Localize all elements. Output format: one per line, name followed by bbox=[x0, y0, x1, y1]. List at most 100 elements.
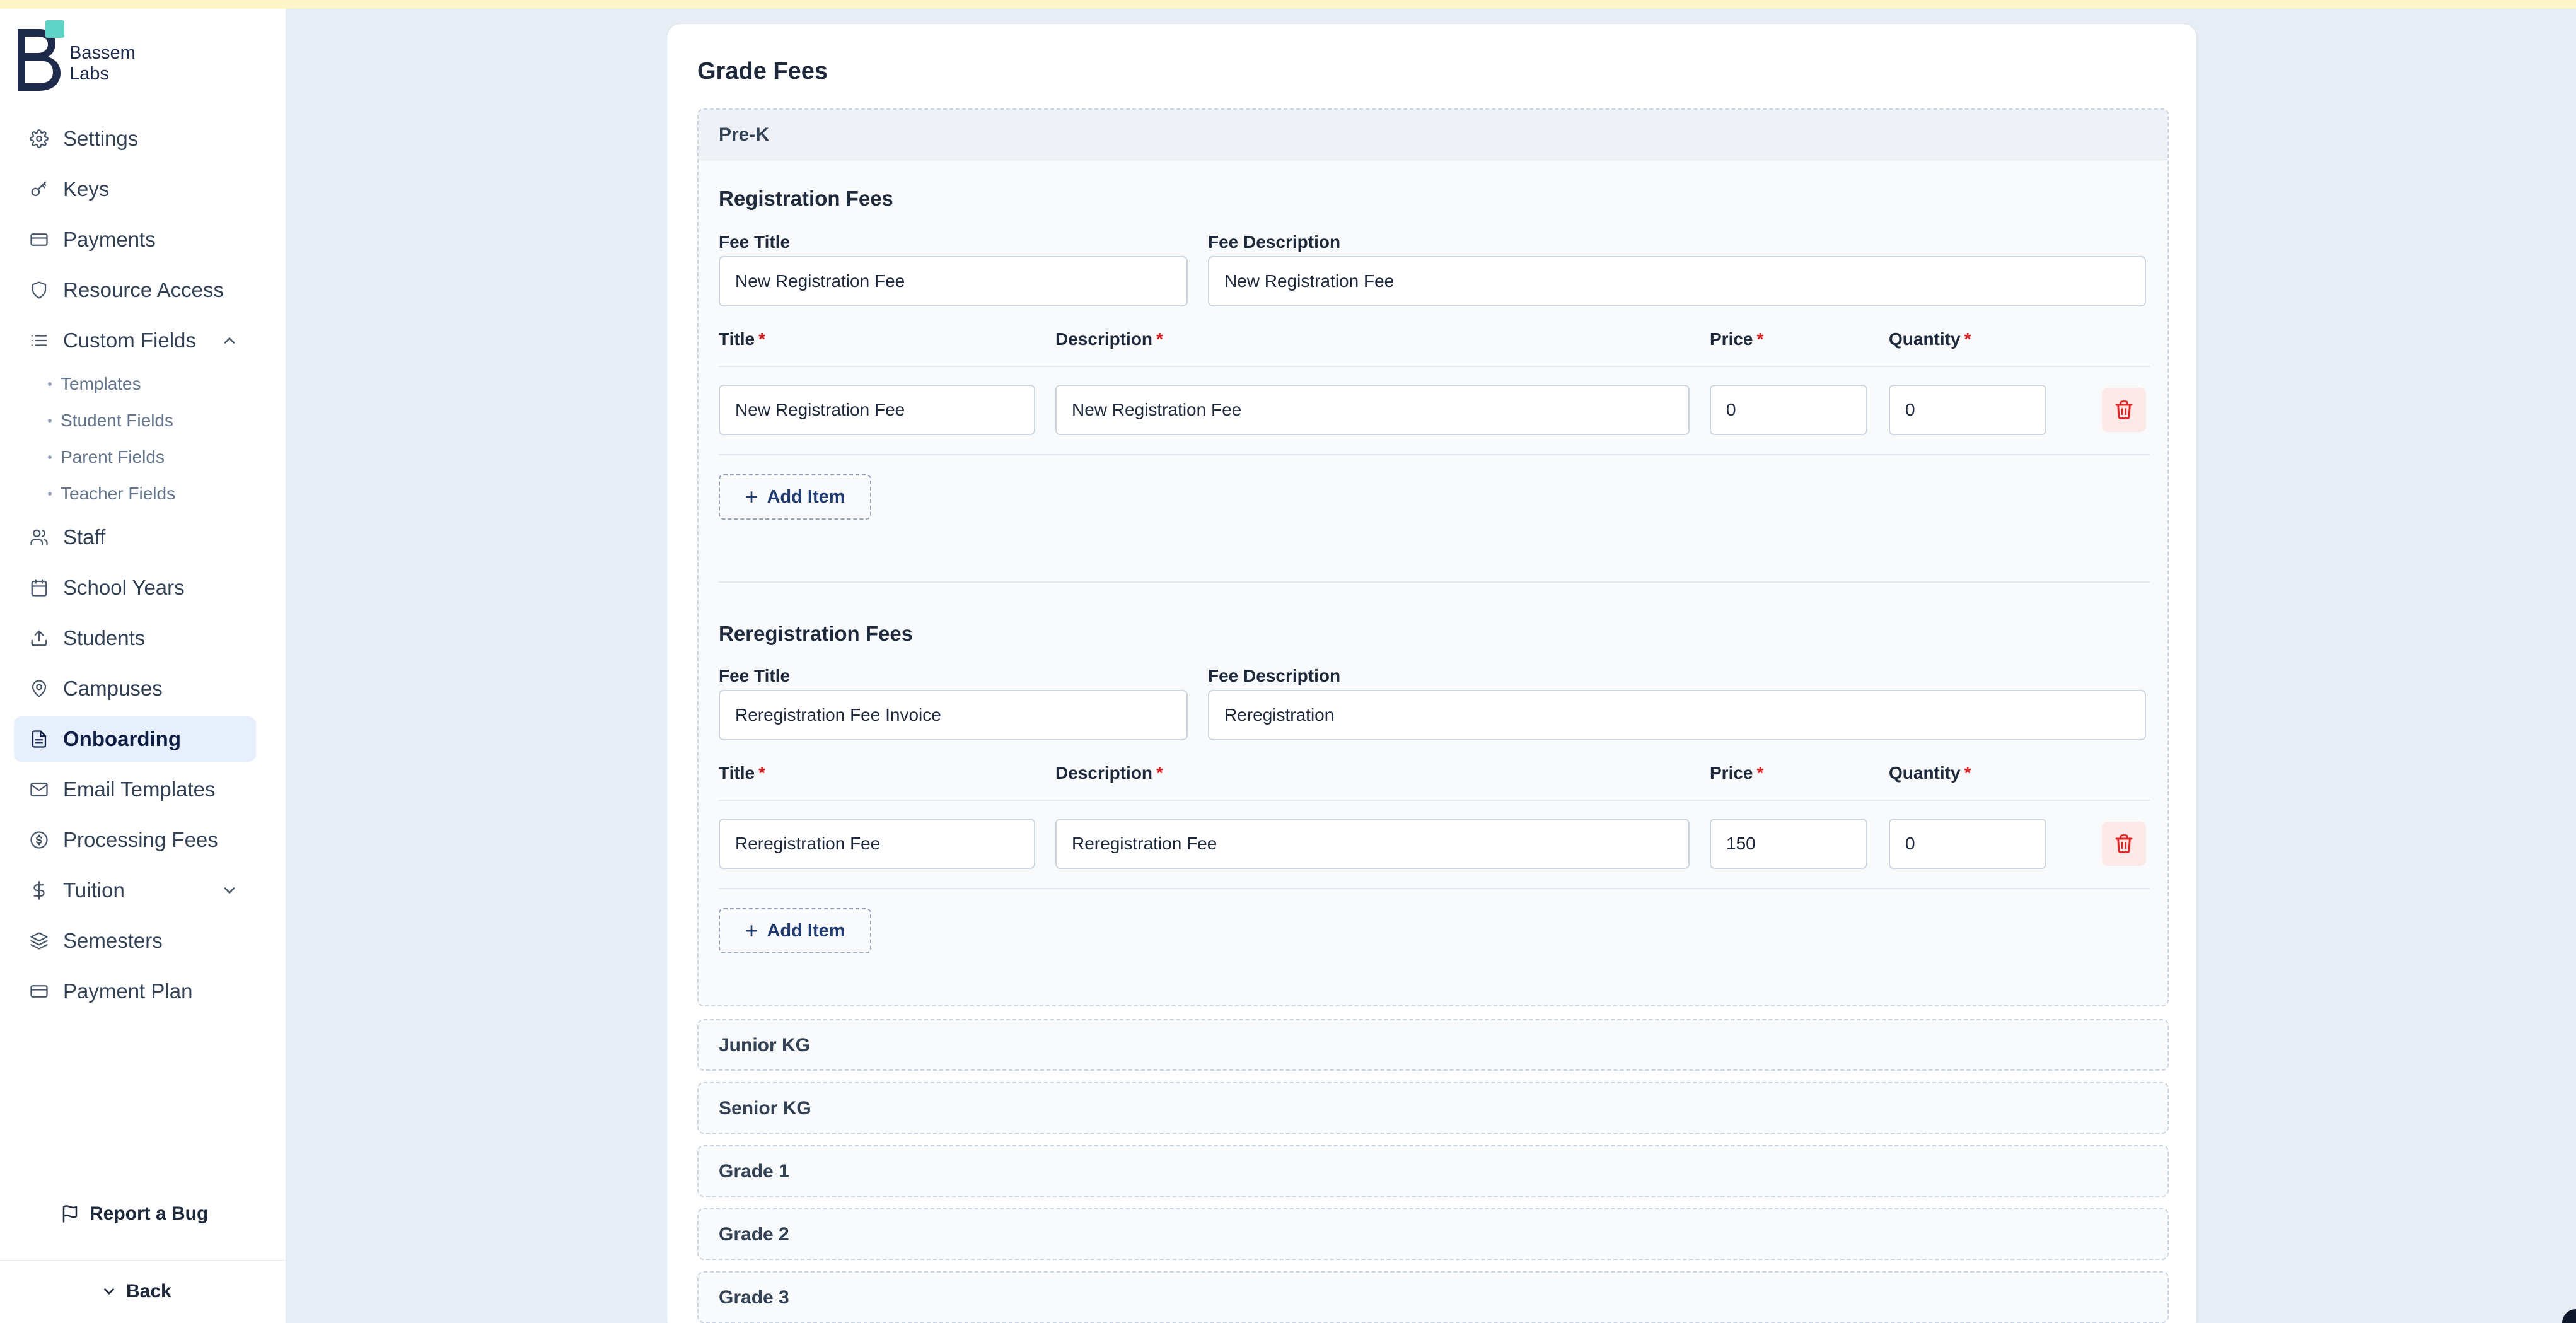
list-icon bbox=[29, 330, 49, 351]
required-mark: * bbox=[1756, 763, 1764, 783]
report-bug-button[interactable]: Report a Bug bbox=[61, 1203, 208, 1225]
grade-header-grade-1[interactable]: Grade 1 bbox=[699, 1146, 2167, 1197]
fee-title-label: Fee Title bbox=[719, 666, 791, 685]
subitem-label: Teacher Fields bbox=[61, 484, 176, 503]
shield-icon bbox=[29, 280, 49, 300]
report-bug-label: Report a Bug bbox=[90, 1203, 209, 1224]
bullet-dot bbox=[48, 492, 52, 496]
grade-accordion-grade-3[interactable]: Grade 3 bbox=[697, 1271, 2169, 1323]
item-price-input[interactable]: 0 bbox=[1710, 385, 1867, 435]
required-mark: * bbox=[758, 763, 765, 783]
sidebar-item-label: Custom Fields bbox=[63, 329, 196, 352]
column-title-text: Title bbox=[719, 329, 755, 349]
flag-icon bbox=[62, 1205, 78, 1223]
sidebar-item-label: Campuses bbox=[63, 677, 163, 700]
layers-icon bbox=[29, 931, 49, 951]
fee-description-input[interactable]: New Registration Fee bbox=[1208, 256, 2146, 306]
section-title: Registration Fees bbox=[719, 187, 893, 210]
column-header-price: Price * bbox=[1710, 763, 1763, 783]
sidebar-item-label: Staff bbox=[63, 525, 106, 549]
item-quantity-input[interactable]: 0 bbox=[1889, 385, 2046, 435]
grade-header-grade-2[interactable]: Grade 2 bbox=[699, 1209, 2167, 1260]
chevron-down-icon bbox=[104, 1288, 114, 1295]
sidebar-item-staff[interactable]: Staff bbox=[14, 515, 256, 560]
grade-header-senior-kg[interactable]: Senior KG bbox=[699, 1083, 2167, 1134]
sidebar-item-school-years[interactable]: School Years bbox=[14, 565, 256, 610]
sidebar-item-settings[interactable]: Settings bbox=[14, 116, 256, 161]
sidebar-item-label: Payment Plan bbox=[63, 979, 193, 1003]
column-header-price: Price * bbox=[1710, 329, 1763, 349]
item-quantity-input[interactable]: 0 bbox=[1889, 819, 2046, 869]
item-title-input[interactable]: New Registration Fee bbox=[719, 385, 1035, 435]
back-button[interactable]: Back bbox=[101, 1281, 171, 1302]
grade-accordion-grade-1[interactable]: Grade 1 bbox=[697, 1145, 2169, 1197]
plus-icon: + bbox=[745, 484, 758, 510]
column-header-description: Description * bbox=[1055, 763, 1163, 783]
page-title: Grade Fees bbox=[697, 58, 828, 85]
sidebar-item-processing-fees[interactable]: Processing Fees bbox=[14, 817, 256, 863]
fee-title-input[interactable]: Reregistration Fee Invoice bbox=[719, 690, 1188, 740]
column-title-text: Title bbox=[719, 763, 755, 783]
column-price-text: Price bbox=[1710, 329, 1753, 349]
sidebar-item-custom-fields[interactable]: Custom Fields bbox=[14, 318, 256, 363]
chevron-down-icon[interactable] bbox=[221, 882, 238, 899]
logo-mark-icon bbox=[18, 20, 64, 91]
required-mark: * bbox=[1964, 763, 1971, 783]
users-icon bbox=[29, 527, 49, 547]
grade-accordion-junior-kg[interactable]: Junior KG bbox=[697, 1019, 2169, 1071]
delete-item-button[interactable] bbox=[2102, 388, 2146, 432]
custom-fields-submenu: Templates Student Fields Parent Fields T… bbox=[14, 366, 256, 512]
sidebar-item-semesters[interactable]: Semesters bbox=[14, 918, 256, 964]
fee-description-label: Fee Description bbox=[1208, 666, 1341, 685]
sidebar-item-campuses[interactable]: Campuses bbox=[14, 666, 256, 711]
sidebar-item-resource-access[interactable]: Resource Access bbox=[14, 267, 256, 313]
grade-header-grade-3[interactable]: Grade 3 bbox=[699, 1273, 2167, 1323]
column-header-quantity: Quantity * bbox=[1889, 329, 1971, 349]
sidebar-item-label: Email Templates bbox=[63, 778, 216, 801]
brand-name: Bassem Labs bbox=[69, 43, 136, 85]
reregistration-fees-section: Reregistration Fees Fee Title Reregistra… bbox=[699, 576, 2167, 1005]
grade-header-junior-kg[interactable]: Junior KG bbox=[699, 1020, 2167, 1071]
column-price-text: Price bbox=[1710, 763, 1753, 783]
credit-card-icon bbox=[29, 230, 49, 250]
grade-accordion-pre-k: Pre-K Registration Fees Fee Title New Re… bbox=[697, 108, 2169, 1006]
sidebar-item-keys[interactable]: Keys bbox=[14, 166, 256, 212]
delete-item-button[interactable] bbox=[2102, 822, 2146, 866]
item-title-input[interactable]: Reregistration Fee bbox=[719, 819, 1035, 869]
grade-accordion-grade-2[interactable]: Grade 2 bbox=[697, 1208, 2169, 1260]
required-mark: * bbox=[1964, 329, 1971, 349]
sidebar-subitem-teacher-fields[interactable]: Teacher Fields bbox=[48, 475, 256, 512]
back-label: Back bbox=[126, 1281, 171, 1302]
grade-accordion-senior-kg[interactable]: Senior KG bbox=[697, 1082, 2169, 1134]
fee-description-input[interactable]: Reregistration bbox=[1208, 690, 2146, 740]
sidebar-subitem-student-fields[interactable]: Student Fields bbox=[48, 402, 256, 439]
trash-icon bbox=[2115, 834, 2133, 853]
bullet-dot bbox=[48, 455, 52, 459]
sidebar-item-payments[interactable]: Payments bbox=[14, 217, 256, 262]
grade-header-pre-k[interactable]: Pre-K bbox=[699, 110, 2167, 160]
column-header-title: Title * bbox=[719, 329, 765, 349]
credit-card-icon bbox=[29, 981, 49, 1001]
chevron-up-icon[interactable] bbox=[221, 332, 238, 349]
sidebar-item-tuition[interactable]: Tuition bbox=[14, 868, 256, 913]
gear-icon bbox=[29, 129, 49, 149]
add-item-button[interactable]: + Add Item bbox=[719, 474, 871, 520]
add-item-button[interactable]: + Add Item bbox=[719, 908, 871, 953]
sidebar-item-onboarding[interactable]: Onboarding bbox=[14, 716, 256, 762]
sidebar: Bassem Labs Settings Keys Payments Resou… bbox=[0, 9, 286, 1323]
sidebar-footer: Back bbox=[0, 1260, 286, 1323]
brand-logo[interactable]: Bassem Labs bbox=[14, 14, 140, 96]
sidebar-item-payment-plan[interactable]: Payment Plan bbox=[14, 969, 256, 1014]
grade-fees-card: Grade Fees Pre-K Registration Fees Fee T… bbox=[666, 23, 2198, 1323]
brand-name-line1: Bassem bbox=[69, 43, 136, 63]
item-price-input[interactable]: 150 bbox=[1710, 819, 1867, 869]
sidebar-item-email-templates[interactable]: Email Templates bbox=[14, 767, 256, 812]
sidebar-subitem-parent-fields[interactable]: Parent Fields bbox=[48, 439, 256, 475]
sidebar-item-students[interactable]: Students bbox=[14, 615, 256, 661]
sidebar-subitem-templates[interactable]: Templates bbox=[48, 366, 256, 402]
item-description-input[interactable]: Reregistration Fee bbox=[1055, 819, 1690, 869]
item-description-input[interactable]: New Registration Fee bbox=[1055, 385, 1690, 435]
sidebar-item-label: Onboarding bbox=[63, 727, 181, 750]
sidebar-nav: Settings Keys Payments Resource Access C… bbox=[14, 116, 256, 1019]
fee-title-input[interactable]: New Registration Fee bbox=[719, 256, 1188, 306]
